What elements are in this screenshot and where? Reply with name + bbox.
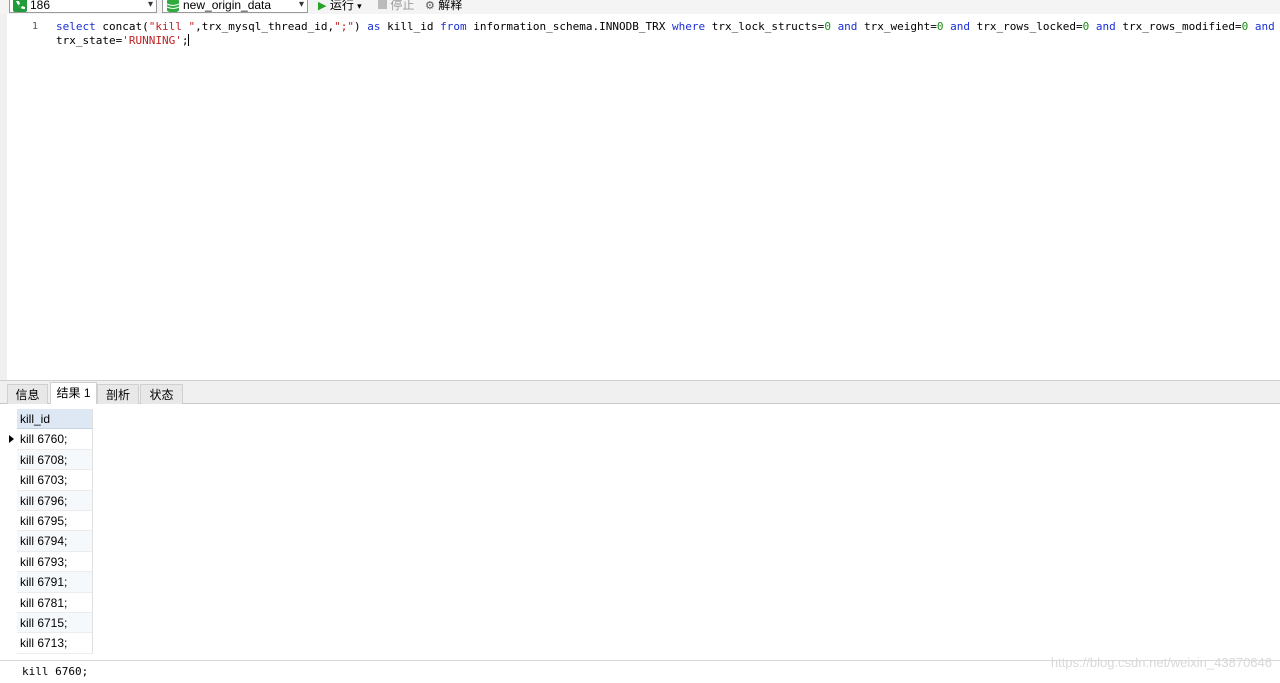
row-selector[interactable] <box>7 429 16 449</box>
line-number: 1 <box>31 21 38 32</box>
database-name: new_origin_data <box>183 0 272 12</box>
table-cell[interactable]: kill 6794; <box>17 531 93 552</box>
sql-code[interactable]: select concat("kill ",trx_mysql_thread_i… <box>56 20 1276 48</box>
table-cell[interactable]: kill 6713; <box>17 633 93 654</box>
explain-label: 解释 <box>438 0 463 12</box>
current-row-icon <box>9 435 14 444</box>
run-label: 运行 <box>329 0 354 12</box>
column-header-kill-id[interactable]: kill_id <box>17 409 93 430</box>
table-cell[interactable]: kill 6708; <box>17 449 93 471</box>
database-icon <box>166 0 180 12</box>
play-icon: ▶ <box>318 0 327 12</box>
table-cell[interactable]: kill 6715; <box>17 612 93 634</box>
sql-editor[interactable]: select concat("kill ",trx_mysql_thread_i… <box>40 14 1280 380</box>
tab-status[interactable]: 状态 <box>140 384 183 405</box>
stop-button[interactable]: 停止 <box>378 0 414 13</box>
left-panel-edge <box>0 14 7 380</box>
watermark: https://blog.csdn.net/weixin_43870646 <box>1050 655 1272 670</box>
explain-icon: ⚙ <box>425 0 435 12</box>
table-cell[interactable]: kill 6796; <box>17 490 93 511</box>
result-tabs: 信息 结果 1 剖析 状态 <box>0 380 1280 405</box>
database-select[interactable]: new_origin_data ▾ <box>162 0 308 13</box>
tab-result-1[interactable]: 结果 1 <box>50 382 97 405</box>
connection-select[interactable]: 186 ▾ <box>9 0 157 13</box>
chevron-down-icon: ▾ <box>357 1 362 11</box>
stop-label: 停止 <box>390 0 415 12</box>
stop-icon <box>378 0 387 9</box>
run-button[interactable]: ▶ 运行 ▾ <box>318 0 362 13</box>
table-cell[interactable]: kill 6791; <box>17 572 93 593</box>
table-cell[interactable]: kill 6703; <box>17 470 93 491</box>
tab-info[interactable]: 信息 <box>7 384 48 405</box>
toolbar: 186 ▾ new_origin_data ▾ ▶ 运行 ▾ 停止 ⚙ 解释 <box>0 0 1280 14</box>
chevron-down-icon: ▾ <box>298 0 304 10</box>
line-gutter: 1 <box>7 14 40 380</box>
table-cell[interactable]: kill 6760; <box>17 429 93 450</box>
text-cursor <box>188 34 190 46</box>
chevron-down-icon: ▾ <box>147 0 153 10</box>
connection-name: 186 <box>30 0 51 12</box>
result-grid: kill_id kill 6760; kill 6708; kill 6703;… <box>0 404 1280 660</box>
explain-button[interactable]: ⚙ 解释 <box>425 0 462 13</box>
tab-profile[interactable]: 剖析 <box>97 384 139 405</box>
connection-icon <box>13 0 27 12</box>
table-cell[interactable]: kill 6793; <box>17 551 93 573</box>
table-cell[interactable]: kill 6795; <box>17 510 93 532</box>
table-cell[interactable]: kill 6781; <box>17 592 93 613</box>
current-query-text: kill 6760; <box>22 665 89 678</box>
status-bar: kill 6760; https://blog.csdn.net/weixin_… <box>0 655 1280 683</box>
